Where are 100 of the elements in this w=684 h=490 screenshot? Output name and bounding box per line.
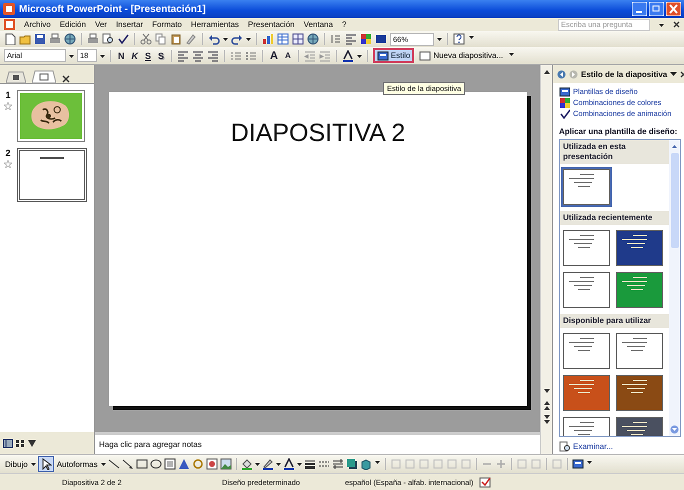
animation-schemes-icon[interactable]	[559, 108, 570, 119]
design-templates-icon[interactable]	[559, 86, 570, 97]
line-icon[interactable]	[108, 458, 120, 470]
slideshow-view-icon[interactable]	[27, 438, 37, 448]
redo-icon[interactable]	[231, 33, 243, 45]
shadow-icon[interactable]	[346, 458, 358, 470]
scissors-icon[interactable]	[140, 33, 152, 45]
format-button[interactable]: S	[156, 50, 166, 62]
restore-icon[interactable]	[649, 2, 664, 16]
magnifier-icon[interactable]	[102, 33, 114, 45]
format-button[interactable]: S	[143, 50, 154, 62]
caret-icon[interactable]	[254, 461, 260, 467]
caret-icon[interactable]	[437, 36, 442, 42]
grid-icon[interactable]	[292, 33, 304, 45]
format-button[interactable]: K	[130, 50, 140, 62]
menu-item[interactable]: Ventana	[304, 20, 333, 29]
close-icon[interactable]	[673, 21, 680, 28]
line-style-icon[interactable]	[304, 458, 316, 470]
numbered-list-icon[interactable]	[230, 50, 242, 62]
scrollbar[interactable]	[540, 65, 552, 454]
globe-icon[interactable]	[307, 33, 319, 45]
menu-item[interactable]: Insertar	[116, 20, 144, 29]
close-icon[interactable]	[62, 75, 70, 83]
caret-icon[interactable]	[100, 461, 106, 467]
browse-link[interactable]: Examinar...	[559, 441, 681, 452]
caret-icon[interactable]	[223, 36, 228, 42]
image-icon[interactable]	[220, 458, 232, 470]
caret-icon[interactable]	[276, 461, 281, 467]
caret-icon[interactable]	[670, 71, 678, 77]
font-size-button[interactable]: A	[282, 50, 293, 62]
clip-art-icon[interactable]	[206, 458, 218, 470]
back-icon[interactable]	[557, 70, 566, 78]
caret-icon[interactable]	[296, 461, 302, 467]
color-schemes-icon[interactable]	[559, 97, 570, 108]
format-button[interactable]: N	[116, 50, 126, 62]
align-center-icon[interactable]	[192, 50, 204, 62]
slide-thumbnail[interactable]	[17, 148, 87, 202]
template-thumbnail[interactable]	[616, 333, 663, 369]
color-bar-icon[interactable]	[375, 33, 387, 45]
scroll-thumb[interactable]	[670, 153, 678, 248]
menu-item[interactable]: Archivo	[24, 20, 51, 29]
template-thumbnail[interactable]	[563, 375, 610, 411]
design-icon[interactable]	[376, 50, 389, 62]
indent-icon[interactable]	[318, 50, 331, 62]
caret-icon[interactable]	[100, 52, 105, 58]
text-box-icon[interactable]	[164, 458, 176, 470]
printer-icon[interactable]	[87, 33, 99, 45]
chart-icon[interactable]	[262, 33, 274, 45]
template-thumbnail[interactable]	[563, 169, 610, 205]
menu-item[interactable]: Formato	[152, 20, 182, 29]
template-thumbnail[interactable]	[563, 333, 610, 369]
color-grid-icon[interactable]	[360, 33, 372, 45]
minimize-icon[interactable]	[632, 2, 647, 16]
align-right-icon[interactable]	[207, 50, 220, 62]
font-color-icon[interactable]	[282, 458, 295, 470]
pen-icon[interactable]	[262, 458, 274, 470]
autoshapes-menu[interactable]: Autoformas	[56, 460, 99, 468]
template-thumbnail[interactable]	[616, 230, 663, 266]
slide-thumbnail[interactable]	[17, 90, 85, 142]
align-left-icon[interactable]	[345, 33, 357, 45]
caret-icon[interactable]	[69, 52, 74, 58]
printer-icon[interactable]	[49, 33, 61, 45]
font-size-button[interactable]: A	[268, 50, 280, 62]
paint-bucket-icon[interactable]	[240, 458, 253, 470]
outline-tab-icon[interactable]	[6, 71, 26, 83]
sorter-view-icon[interactable]	[15, 438, 25, 448]
document-icon[interactable]	[4, 33, 16, 45]
template-thumbnail[interactable]	[616, 272, 663, 308]
cube-icon[interactable]	[360, 458, 372, 470]
check-icon[interactable]	[117, 33, 129, 45]
caret-icon[interactable]	[246, 36, 251, 42]
draw-menu[interactable]: Dibujo	[4, 460, 29, 468]
template-thumbnail[interactable]	[563, 272, 610, 308]
caret-icon[interactable]	[659, 22, 664, 28]
undo-icon[interactable]	[208, 33, 220, 45]
new-slide-icon[interactable]	[419, 50, 432, 62]
design-icon[interactable]	[572, 458, 584, 470]
folder-icon[interactable]	[19, 33, 31, 45]
help-icon[interactable]	[453, 33, 465, 45]
document-menu-icon[interactable]	[4, 19, 15, 30]
rectangle-icon[interactable]	[136, 458, 148, 470]
template-thumbnail[interactable]	[616, 375, 663, 411]
menu-item[interactable]: Edición	[60, 20, 86, 29]
font-color-icon[interactable]	[342, 50, 354, 62]
notes-field[interactable]: Haga clic para agregar notas	[95, 432, 540, 454]
align-left-icon[interactable]	[177, 50, 190, 62]
clipboard-icon[interactable]	[170, 33, 182, 45]
globe-icon[interactable]	[64, 33, 76, 45]
copy-icon[interactable]	[155, 33, 167, 45]
menu-item[interactable]: Ver	[94, 20, 107, 29]
arrow-icon[interactable]	[122, 458, 134, 470]
bulleted-list-icon[interactable]	[245, 50, 258, 62]
menu-item[interactable]: Presentación	[248, 20, 295, 29]
new-slide-button[interactable]: Nueva diapositiva...	[417, 50, 506, 62]
scrollbar[interactable]	[669, 140, 680, 436]
expand-icon[interactable]	[330, 33, 342, 45]
arrow-style-icon[interactable]	[332, 458, 344, 470]
template-thumbnail[interactable]	[563, 230, 610, 266]
table-icon[interactable]	[277, 33, 289, 45]
outdent-icon[interactable]	[304, 50, 316, 62]
